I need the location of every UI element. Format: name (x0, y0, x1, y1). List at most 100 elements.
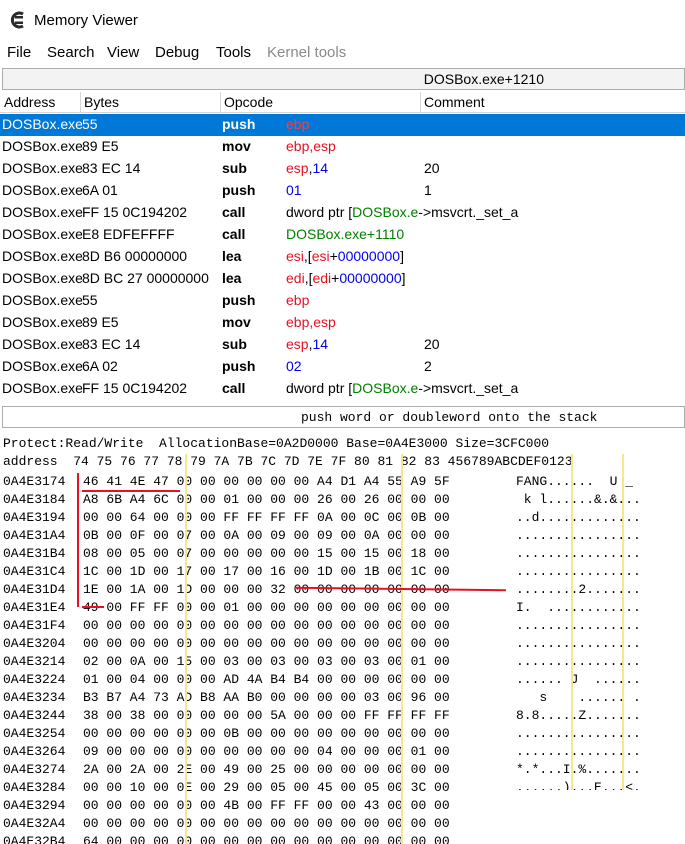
disasm-address: DOSBox.exe+123E (2, 402, 82, 404)
hex-address[interactable]: 0A4E32A4 (3, 816, 65, 831)
hex-bytes[interactable]: 00 00 00 00 00 00 00 00 00 00 00 00 00 0… (83, 816, 450, 831)
hex-bytes[interactable]: 00 00 00 00 00 00 4B 00 FF FF 00 00 43 0… (83, 798, 450, 813)
hex-address[interactable]: 0A4E31F4 (3, 618, 65, 633)
column-opcode[interactable]: Opcode (224, 94, 273, 110)
operand-segment: ] (401, 270, 406, 286)
hex-address[interactable]: 0A4E31D4 (3, 582, 65, 597)
operand-segment: esp (286, 160, 309, 176)
disasm-row[interactable]: DOSBox.exe+121383 EC 14 sub esp,14 20 (0, 158, 685, 180)
hex-address[interactable]: 0A4E3284 (3, 780, 65, 795)
hex-bytes[interactable]: 00 00 00 00 00 00 00 00 00 00 00 00 00 0… (83, 636, 450, 651)
disasm-operands: esp,14 (286, 160, 328, 176)
disasm-opcode: mov (222, 314, 251, 330)
hex-column-header: address 74 75 76 77 78 79 7A 7B 7C 7D 7E… (3, 454, 573, 469)
hex-bytes[interactable]: 49 00 FF FF 00 00 01 00 00 00 00 00 00 0… (83, 600, 450, 615)
opcode-description-bar: push word or doubleword onto the stack (2, 406, 685, 428)
disasm-comment: 20 (424, 336, 440, 352)
disasm-row[interactable]: DOSBox.exe+123383 EC 14 sub esp,14 20 (0, 334, 685, 356)
disasm-row[interactable]: DOSBox.exe+12366A 02 push 02 2 (0, 356, 685, 378)
disasm-row[interactable]: DOSBox.exe+123055 push ebp (0, 290, 685, 312)
operand-segment: esp (286, 336, 309, 352)
hex-address[interactable]: 0A4E3274 (3, 762, 65, 777)
disasm-bytes: 89 E5 (82, 314, 119, 330)
hex-address[interactable]: 0A4E3294 (3, 798, 65, 813)
column-separator[interactable] (80, 92, 81, 113)
menu-debug[interactable]: Debug (155, 44, 199, 61)
disasm-row[interactable]: DOSBox.exe+121055 push ebp (0, 114, 685, 136)
hex-address[interactable]: 0A4E3194 (3, 510, 65, 525)
disasm-row[interactable]: DOSBox.exe+123189 E5 mov ebp,esp (0, 312, 685, 334)
column-comment[interactable]: Comment (424, 94, 485, 110)
hex-ascii[interactable]: FANG...... U _ (516, 474, 633, 489)
hex-bytes[interactable]: 08 00 05 00 07 00 00 00 00 00 15 00 15 0… (83, 546, 450, 561)
hex-address[interactable]: 0A4E3204 (3, 636, 65, 651)
hex-address[interactable]: 0A4E31B4 (3, 546, 65, 561)
hex-bytes[interactable]: 02 00 0A 00 15 00 03 00 03 00 03 00 03 0… (83, 654, 450, 669)
operand-segment: edi (312, 270, 332, 286)
hex-bytes[interactable]: 00 00 00 00 00 00 00 00 00 00 00 00 00 0… (83, 618, 450, 633)
column-address[interactable]: Address (4, 94, 55, 110)
hex-address[interactable]: 0A4E3214 (3, 654, 65, 669)
operand-segment: ->msvcrt._set_a (418, 204, 519, 220)
disassembler-view[interactable]: DOSBox.exe+121055pushebpDOSBox.exe+12118… (0, 114, 685, 404)
memory-region-info: Protect:Read/Write AllocationBase=0A2D00… (3, 436, 550, 451)
hex-bytes[interactable]: 2A 00 2A 00 2E 00 49 00 25 00 00 00 00 0… (83, 762, 450, 777)
hex-address[interactable]: 0A4E31C4 (3, 564, 65, 579)
hex-bytes[interactable]: 0B 00 0F 00 07 00 0A 00 09 00 09 00 0A 0… (83, 528, 450, 543)
disasm-row[interactable]: DOSBox.exe+121EE8 EDFEFFFF call DOSBox.exe… (0, 224, 685, 246)
hex-address[interactable]: 0A4E31E4 (3, 600, 65, 615)
hex-view[interactable]: 0A4E3174 46 41 4E 47 00 00 00 00 00 00 A4… (0, 472, 685, 844)
disasm-row[interactable]: DOSBox.exe+1238FF 15 0C194202 call dword p… (0, 378, 685, 400)
disasm-address: DOSBox.exe+1233 (2, 336, 82, 352)
hex-address[interactable]: 0A4E32B4 (3, 834, 65, 844)
cheat-engine-icon (10, 11, 24, 29)
hex-bytes[interactable]: 1C 00 1D 00 17 00 17 00 16 00 1D 00 1B 0… (83, 564, 450, 579)
hex-address[interactable]: 0A4E3254 (3, 726, 65, 741)
operand-segment: DOSBox.e (352, 204, 419, 220)
hex-address[interactable]: 0A4E3224 (3, 672, 65, 687)
hex-address[interactable]: 0A4E3174 (3, 474, 65, 489)
disasm-opcode: push (222, 116, 256, 132)
disasm-address: DOSBox.exe+1236 (2, 358, 82, 374)
hex-address[interactable]: 0A4E3234 (3, 690, 65, 705)
operand-segment: esi (286, 248, 304, 264)
hex-bytes[interactable]: 00 00 00 00 00 00 0B 00 00 00 00 00 00 0… (83, 726, 450, 741)
hex-bytes[interactable]: 46 41 4E 47 00 00 00 00 00 00 A4 D1 A4 5… (83, 474, 450, 489)
operand-segment: ] (400, 248, 404, 264)
hex-bytes[interactable]: 01 00 04 00 00 00 AD 4A B4 B4 00 00 00 0… (83, 672, 450, 687)
disasm-row[interactable]: DOSBox.exe+12166A 01 push 01 1 (0, 180, 685, 202)
hex-bytes[interactable]: A8 6B A4 6C 00 00 01 00 00 00 26 00 26 0… (83, 492, 450, 507)
menu-view[interactable]: View (107, 44, 139, 61)
disasm-row[interactable]: DOSBox.exe+123EE8 CDFEFFFF call DOSBox.exe… (0, 400, 685, 404)
column-bytes[interactable]: Bytes (84, 94, 119, 110)
menu-search[interactable]: Search (47, 44, 95, 61)
hex-bytes[interactable]: 09 00 00 00 00 00 00 00 00 00 04 00 00 0… (83, 744, 450, 759)
disasm-row[interactable]: DOSBox.exe+12298D BC 27 00000000 lea edi,[… (0, 268, 685, 290)
disasm-opcode: sub (222, 336, 247, 352)
disasm-row[interactable]: DOSBox.exe+1218FF 15 0C194202 call dword p… (0, 202, 685, 224)
menu-tools[interactable]: Tools (216, 44, 251, 61)
menu-file[interactable]: File (7, 44, 31, 61)
disasm-bytes: 55 (82, 116, 98, 132)
disasm-opcode: lea (222, 270, 242, 286)
disasm-address: DOSBox.exe+1230 (2, 292, 82, 308)
column-separator[interactable] (420, 92, 421, 113)
disasm-row[interactable]: DOSBox.exe+121189 E5 mov ebp,esp (0, 136, 685, 158)
address-bar[interactable]: DOSBox.exe+1210 (2, 68, 685, 90)
hex-bytes[interactable]: 00 00 10 00 0E 00 29 00 05 00 45 00 05 0… (83, 780, 450, 795)
hex-address[interactable]: 0A4E3244 (3, 708, 65, 723)
hex-bytes[interactable]: B3 B7 A4 73 AD B8 AA B0 00 00 00 00 03 0… (83, 690, 450, 705)
operand-segment: ebp (286, 116, 310, 132)
disasm-row[interactable]: DOSBox.exe+12238D B6 00000000 lea esi,[esi… (0, 246, 685, 268)
hex-address[interactable]: 0A4E3264 (3, 744, 65, 759)
disasm-operands: esi,[esi+00000000] (286, 248, 404, 264)
hex-address[interactable]: 0A4E31A4 (3, 528, 65, 543)
disasm-address: DOSBox.exe+1231 (2, 314, 82, 330)
operand-segment: ebp,esp (286, 314, 336, 330)
hex-bytes[interactable]: 38 00 38 00 00 00 00 00 5A 00 00 00 FF F… (83, 708, 450, 723)
hex-bytes[interactable]: 00 00 64 00 00 00 FF FF FF FF 0A 00 0C 0… (83, 510, 450, 525)
hex-address[interactable]: 0A4E3184 (3, 492, 65, 507)
column-separator[interactable] (220, 92, 221, 113)
disasm-address: DOSBox.exe+1223 (2, 248, 82, 264)
hex-bytes[interactable]: 64 00 00 00 00 00 00 00 00 00 00 00 00 0… (83, 834, 450, 844)
